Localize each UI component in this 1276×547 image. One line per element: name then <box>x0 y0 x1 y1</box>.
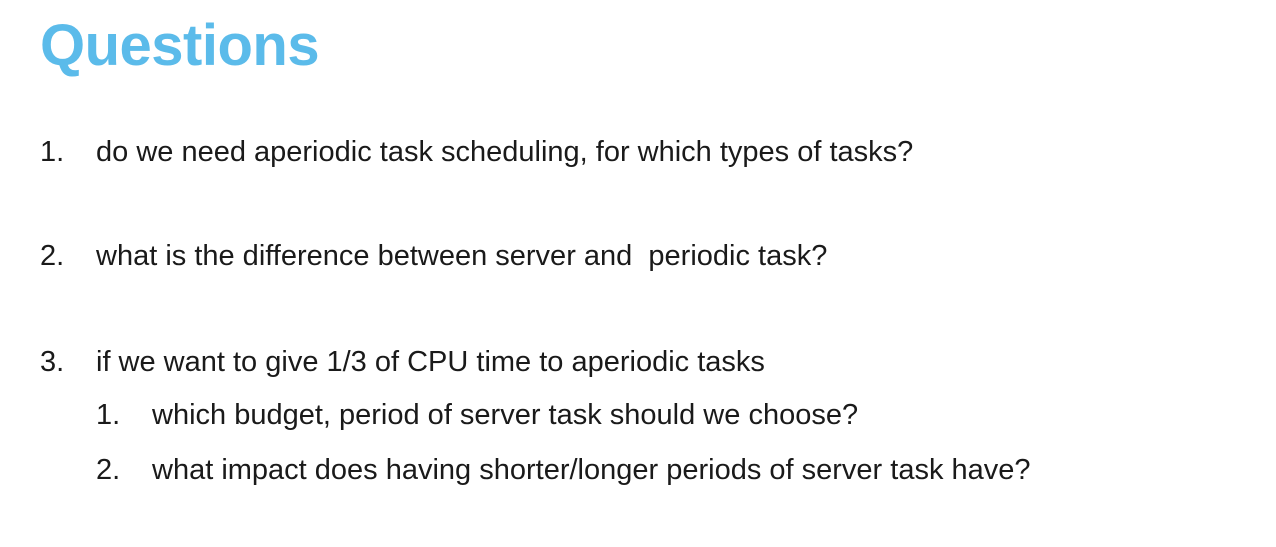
question-2: 2. what is the difference between server … <box>40 238 827 274</box>
question-3-subitem-2: 2. what impact does having shorter/longer… <box>96 452 1031 488</box>
question-3: 3. if we want to give 1/3 of CPU time to … <box>40 344 765 380</box>
slide-title: Questions <box>40 13 320 78</box>
question-1: 1. do we need aperiodic task scheduling, … <box>40 134 913 170</box>
question-number: 3. <box>40 346 65 378</box>
subitem-number: 2. <box>96 454 121 486</box>
slide: Questions 1. do we need aperiodic task sc… <box>0 0 1276 547</box>
question-3-subitem-1: 1. which budget, period of server task sh… <box>96 397 858 433</box>
subitem-text: which budget, period of server task shou… <box>152 399 859 431</box>
question-text: if we want to give 1/3 of CPU time to ap… <box>96 346 765 378</box>
question-number: 2. <box>40 240 65 272</box>
question-text: do we need aperiodic task scheduling, fo… <box>96 136 914 168</box>
question-number: 1. <box>40 136 65 168</box>
subitem-number: 1. <box>96 399 121 431</box>
subitem-text: what impact does having shorter/longer p… <box>152 454 1031 486</box>
question-text: what is the difference between server an… <box>96 240 828 272</box>
